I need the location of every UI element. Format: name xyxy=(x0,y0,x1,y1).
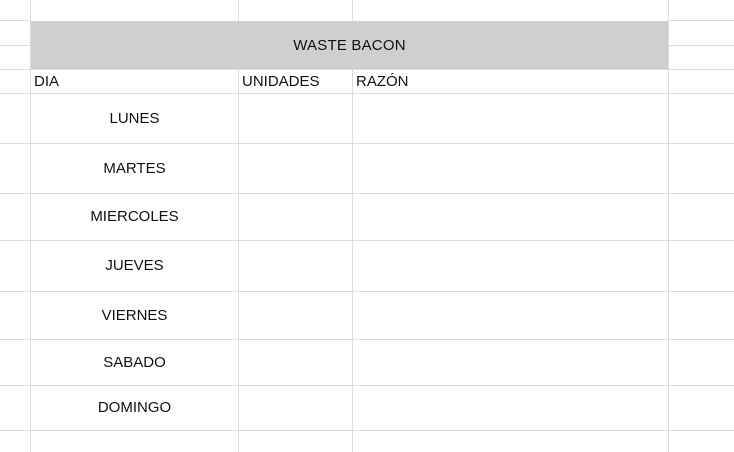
day-cell-domingo[interactable]: DOMINGO xyxy=(31,398,238,418)
razon-cell[interactable] xyxy=(353,292,668,339)
row-gridline xyxy=(0,20,30,21)
unidades-cell[interactable] xyxy=(239,241,352,291)
unidades-cell[interactable] xyxy=(239,340,352,385)
unidades-cell[interactable] xyxy=(239,94,352,143)
razon-cell[interactable] xyxy=(353,386,668,430)
day-cell-miercoles[interactable]: MIERCOLES xyxy=(31,207,238,227)
day-cell-martes[interactable]: MARTES xyxy=(31,159,238,179)
row-gridline xyxy=(0,430,734,431)
unidades-cell[interactable] xyxy=(239,292,352,339)
column-gridline xyxy=(352,0,353,21)
day-cell-viernes[interactable]: VIERNES xyxy=(31,306,238,326)
day-cell-jueves[interactable]: JUEVES xyxy=(31,256,238,276)
razon-cell[interactable] xyxy=(353,94,668,143)
razon-cell[interactable] xyxy=(353,340,668,385)
razon-cell[interactable] xyxy=(353,241,668,291)
header-cell-unidades[interactable]: UNIDADES xyxy=(242,72,320,92)
row-gridline xyxy=(0,69,734,70)
row-gridline xyxy=(668,45,734,46)
unidades-cell[interactable] xyxy=(239,386,352,430)
header-cell-razon[interactable]: RAZÓN xyxy=(356,72,409,92)
razon-cell[interactable] xyxy=(353,144,668,193)
sheet-title-cell[interactable]: WASTE BACON xyxy=(31,21,668,69)
row-gridline xyxy=(668,20,734,21)
sheet-title: WASTE BACON xyxy=(293,36,406,54)
razon-cell[interactable] xyxy=(353,194,668,240)
header-cell-dia[interactable]: DIA xyxy=(34,72,59,92)
column-gridline xyxy=(238,0,239,21)
unidades-cell[interactable] xyxy=(239,144,352,193)
day-cell-sabado[interactable]: SABADO xyxy=(31,353,238,373)
row-gridline xyxy=(0,45,30,46)
day-cell-lunes[interactable]: LUNES xyxy=(31,109,238,129)
unidades-cell[interactable] xyxy=(239,194,352,240)
